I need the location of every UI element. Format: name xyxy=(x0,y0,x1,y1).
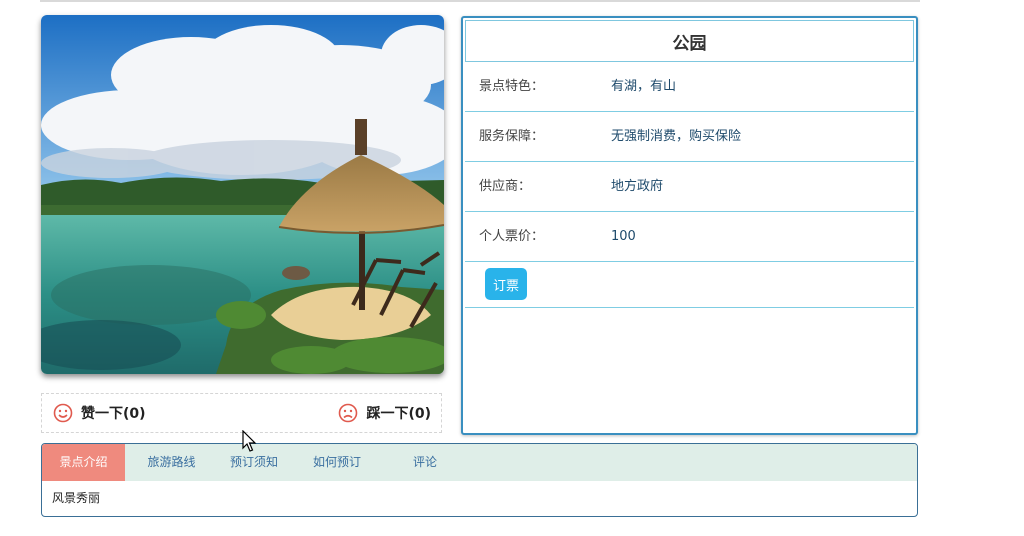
top-divider xyxy=(40,0,920,2)
tab-bar: 景点介绍 旅游路线 预订须知 如何预订 评论 xyxy=(42,444,917,481)
like-label: 赞一下(0) xyxy=(81,406,146,422)
info-row-service: 服务保障： 无强制消费，购买保险 xyxy=(465,112,914,162)
info-row-supplier: 供应商： 地方政府 xyxy=(465,162,914,212)
info-label: 供应商： xyxy=(479,179,532,194)
smile-icon xyxy=(53,403,73,423)
info-label: 景点特色： xyxy=(479,79,545,94)
dislike-button[interactable]: 踩一下(0) xyxy=(338,403,431,423)
info-value: 无强制消费，购买保险 xyxy=(611,129,742,144)
attraction-info-panel: 公园 景点特色： 有湖，有山 服务保障： 无强制消费，购买保险 供应商： 地方政… xyxy=(461,16,918,435)
frown-icon xyxy=(339,403,358,423)
info-value: 地方政府 xyxy=(611,179,664,194)
info-value: 100 xyxy=(611,229,636,244)
like-button[interactable]: 赞一下(0) xyxy=(53,403,146,423)
info-label: 个人票价： xyxy=(479,229,545,244)
info-row-price: 个人票价： 100 xyxy=(465,212,914,262)
info-row-feature: 景点特色： 有湖，有山 xyxy=(465,62,914,112)
tab-content: 风景秀丽 xyxy=(52,491,101,505)
detail-tabs-panel: 景点介绍 旅游路线 预订须知 如何预订 评论 风景秀丽 xyxy=(41,443,918,517)
tab-introduction[interactable]: 景点介绍 xyxy=(42,444,125,481)
info-label: 服务保障： xyxy=(479,129,545,144)
book-row: 订票 xyxy=(465,262,914,308)
info-value: 有湖，有山 xyxy=(611,79,677,94)
tab-route[interactable]: 旅游路线 xyxy=(125,444,218,481)
book-ticket-button[interactable]: 订票 xyxy=(485,268,527,300)
vote-bar: 赞一下(0) 踩一下(0) xyxy=(41,393,442,433)
attraction-name: 公园 xyxy=(465,20,914,62)
scenic-photo xyxy=(41,15,444,374)
tab-comments[interactable]: 评论 xyxy=(384,444,466,481)
tab-how-to-book[interactable]: 如何预订 xyxy=(290,444,384,481)
dislike-label: 踩一下(0) xyxy=(366,406,431,422)
tab-booking-notes[interactable]: 预订须知 xyxy=(218,444,290,481)
